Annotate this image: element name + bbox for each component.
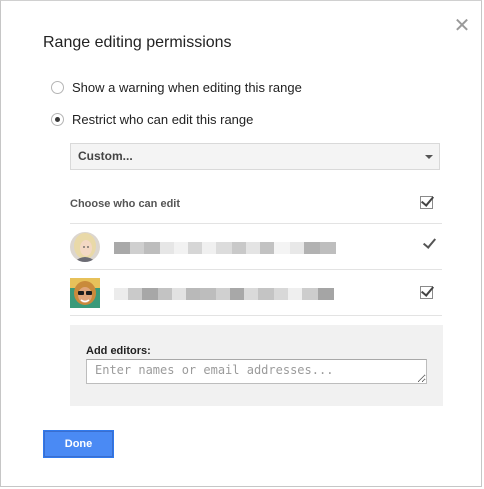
avatar-sunglasses-image [70, 278, 100, 308]
add-editors-label: Add editors: [86, 345, 151, 357]
editor-row [70, 270, 442, 316]
editors-header-label: Choose who can edit [70, 198, 181, 210]
avatar [70, 278, 100, 308]
editor-row [70, 224, 442, 270]
option-show-warning-label: Show a warning when editing this range [72, 80, 302, 95]
avatar [70, 232, 100, 262]
editor-checkbox[interactable] [420, 283, 435, 299]
add-editors-panel: Add editors: [70, 325, 443, 406]
radio-show-warning[interactable] [51, 81, 64, 94]
permission-select-value: Custom... [78, 149, 133, 163]
permission-select[interactable]: Custom... [70, 143, 440, 170]
option-restrict-label: Restrict who can edit this range [72, 112, 254, 127]
range-permissions-dialog: ✕ Range editing permissions Show a warni… [0, 0, 482, 487]
checkmark-icon [420, 283, 435, 297]
close-icon[interactable]: ✕ [453, 16, 471, 36]
checkmark-icon [422, 235, 437, 249]
editors-header: Choose who can edit [70, 192, 442, 224]
select-all-checkbox[interactable] [420, 193, 435, 209]
dialog-title: Range editing permissions [43, 34, 232, 51]
done-button[interactable]: Done [43, 430, 114, 458]
option-show-warning[interactable]: Show a warning when editing this range [51, 80, 302, 95]
avatar-blonde-image [70, 232, 100, 262]
radio-restrict[interactable] [51, 113, 64, 126]
chevron-down-icon [425, 155, 433, 159]
option-restrict[interactable]: Restrict who can edit this range [51, 112, 253, 127]
add-editors-input[interactable] [86, 359, 427, 384]
checkmark-icon [420, 193, 435, 207]
